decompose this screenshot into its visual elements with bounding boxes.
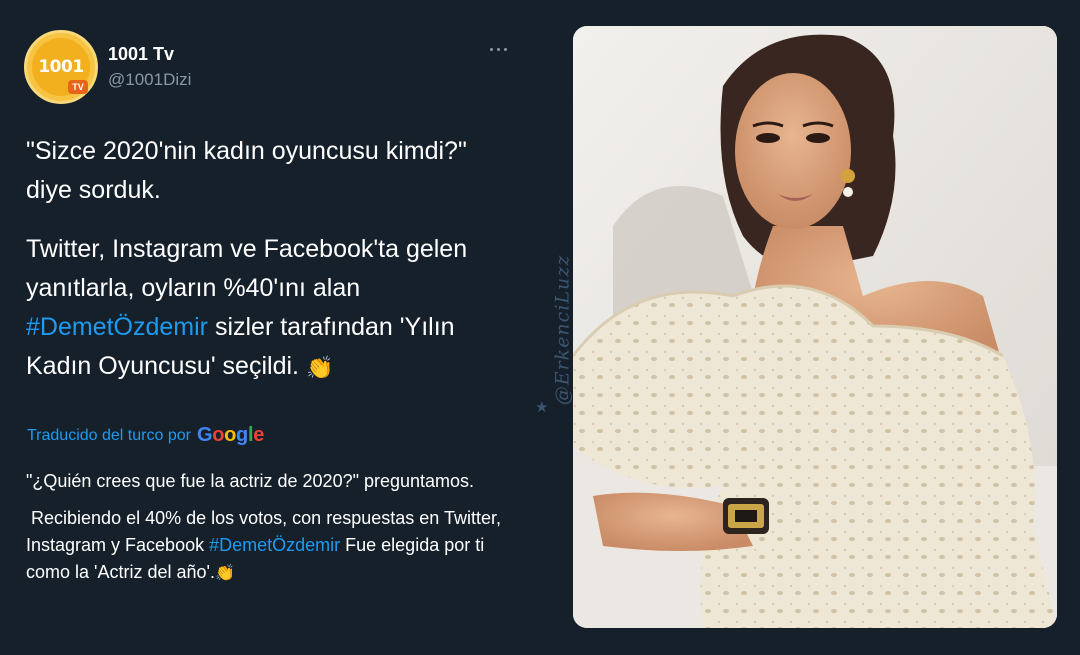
translated-text: "¿Quién crees que fue la actriz de 2020?…	[26, 468, 526, 597]
translated-by-label[interactable]: Traducido del turco por Google	[27, 424, 264, 447]
tweet-paragraph-1: "Sizce 2020'nin kadın oyuncusu kimdi?" d…	[26, 137, 467, 204]
translated-paragraph-1: "¿Quién crees que fue la actriz de 2020?…	[26, 471, 475, 491]
watermark: @ErkenciLuzz	[548, 215, 576, 445]
tweet-paragraph-2: Twitter, Instagram ve Facebook'ta gelen …	[26, 230, 516, 387]
avatar-logo-badge: TV	[68, 80, 88, 94]
google-logo: Google	[196, 424, 265, 446]
clapping-hands-icon: 👏	[214, 565, 235, 582]
avatar-logo: 1001 TV	[32, 38, 90, 96]
author-handle[interactable]: @1001Dizi	[108, 70, 191, 90]
tweet-text: "Sizce 2020'nin kadın oyuncusu kimdi?" d…	[26, 132, 516, 401]
hashtag-link[interactable]: #DemetÖzdemir	[26, 313, 208, 341]
tweet-card: 1001 TV 1001 Tv @1001Dizi "Sizce 2020'ni…	[0, 0, 1080, 655]
clapping-hands-icon: 👏	[305, 354, 334, 380]
translated-paragraph-2: Recibiendo el 40% de los votos, con resp…	[26, 505, 526, 587]
photo-illustration	[573, 26, 1057, 628]
hashtag-link[interactable]: #DemetÖzdemir	[209, 535, 340, 555]
more-horizontal-icon[interactable]	[486, 42, 510, 56]
watermark-text: @ErkenciLuzz	[551, 254, 574, 406]
avatar-logo-text: 1001	[38, 57, 84, 77]
star-icon: ★	[535, 399, 549, 416]
avatar[interactable]: 1001 TV	[24, 30, 98, 104]
author-display-name[interactable]: 1001 Tv	[108, 44, 174, 65]
tweet-paragraph-2-text: Twitter, Instagram ve Facebook'ta gelen …	[26, 235, 468, 302]
translated-by-text: Traducido del turco por	[27, 426, 191, 444]
tweet-photo[interactable]	[573, 26, 1057, 628]
